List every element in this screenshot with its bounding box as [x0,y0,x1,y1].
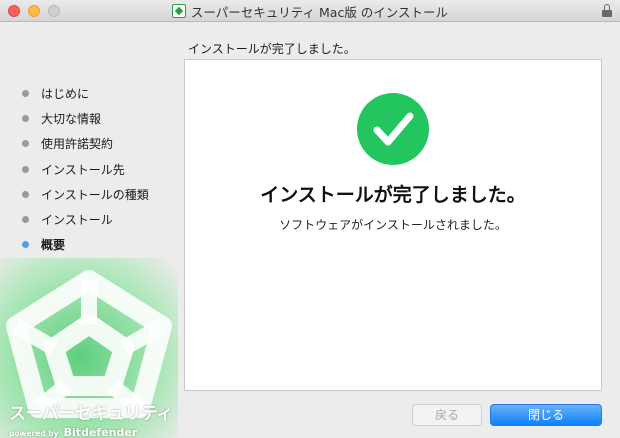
step-bullet [22,165,29,173]
back-button[interactable]: 戻る [412,404,482,426]
step-bullet [22,90,29,98]
window-title: スーパーセキュリティ Mac版 のインストール [190,4,449,20]
package-icon [171,4,186,18]
powered-by-text: powered by [9,429,59,438]
partner-logo-text: Bitdefender [63,426,138,438]
step-list: はじめに 大切な情報 使用許諾契約 インストール先 インストールの種類 インスト… [22,81,149,257]
step-label: インストール [41,213,113,228]
step-label: インストール先 [41,162,125,177]
completion-title: インストールが完了しました。 [260,184,526,206]
completion-message: ソフトウェアがインストールされました。 [279,218,507,232]
step-bullet [22,190,29,198]
page-header: インストールが完了しました。 [188,42,356,56]
installer-window: スーパーセキュリティ Mac版 のインストール はじめに 大切な情報 使用許諾契… [0,0,620,438]
step-label: 大切な情報 [41,112,102,127]
step-destination: インストール先 [22,157,149,182]
step-label: 概要 [41,238,66,253]
step-license: 使用許諾契約 [22,131,149,156]
title-bar: スーパーセキュリティ Mac版 のインストール [0,0,620,22]
step-bullet-active [22,241,29,249]
step-bullet [22,216,29,224]
step-summary: 概要 [22,232,149,257]
step-install-type: インストールの種類 [22,182,149,207]
title-group: スーパーセキュリティ Mac版 のインストール [0,0,620,22]
step-installation: インストール [22,207,149,232]
close-button[interactable]: 閉じる [490,404,602,426]
step-label: 使用許諾契約 [41,137,114,152]
step-bullet [22,115,29,123]
step-label: インストールの種類 [41,187,149,202]
checkmark-circle-icon [357,93,429,165]
step-bullet [22,140,29,148]
content-panel: インストールが完了しました。 ソフトウェアがインストールされました。 [184,59,602,391]
lock-icon[interactable] [602,4,612,17]
step-introduction: はじめに [22,81,149,106]
brand-logo-subline: powered by Bitdefender [9,421,137,438]
step-label: はじめに [41,87,90,102]
step-important-info: 大切な情報 [22,106,149,131]
sidebar: はじめに 大切な情報 使用許諾契約 インストール先 インストールの種類 インスト… [0,23,178,438]
